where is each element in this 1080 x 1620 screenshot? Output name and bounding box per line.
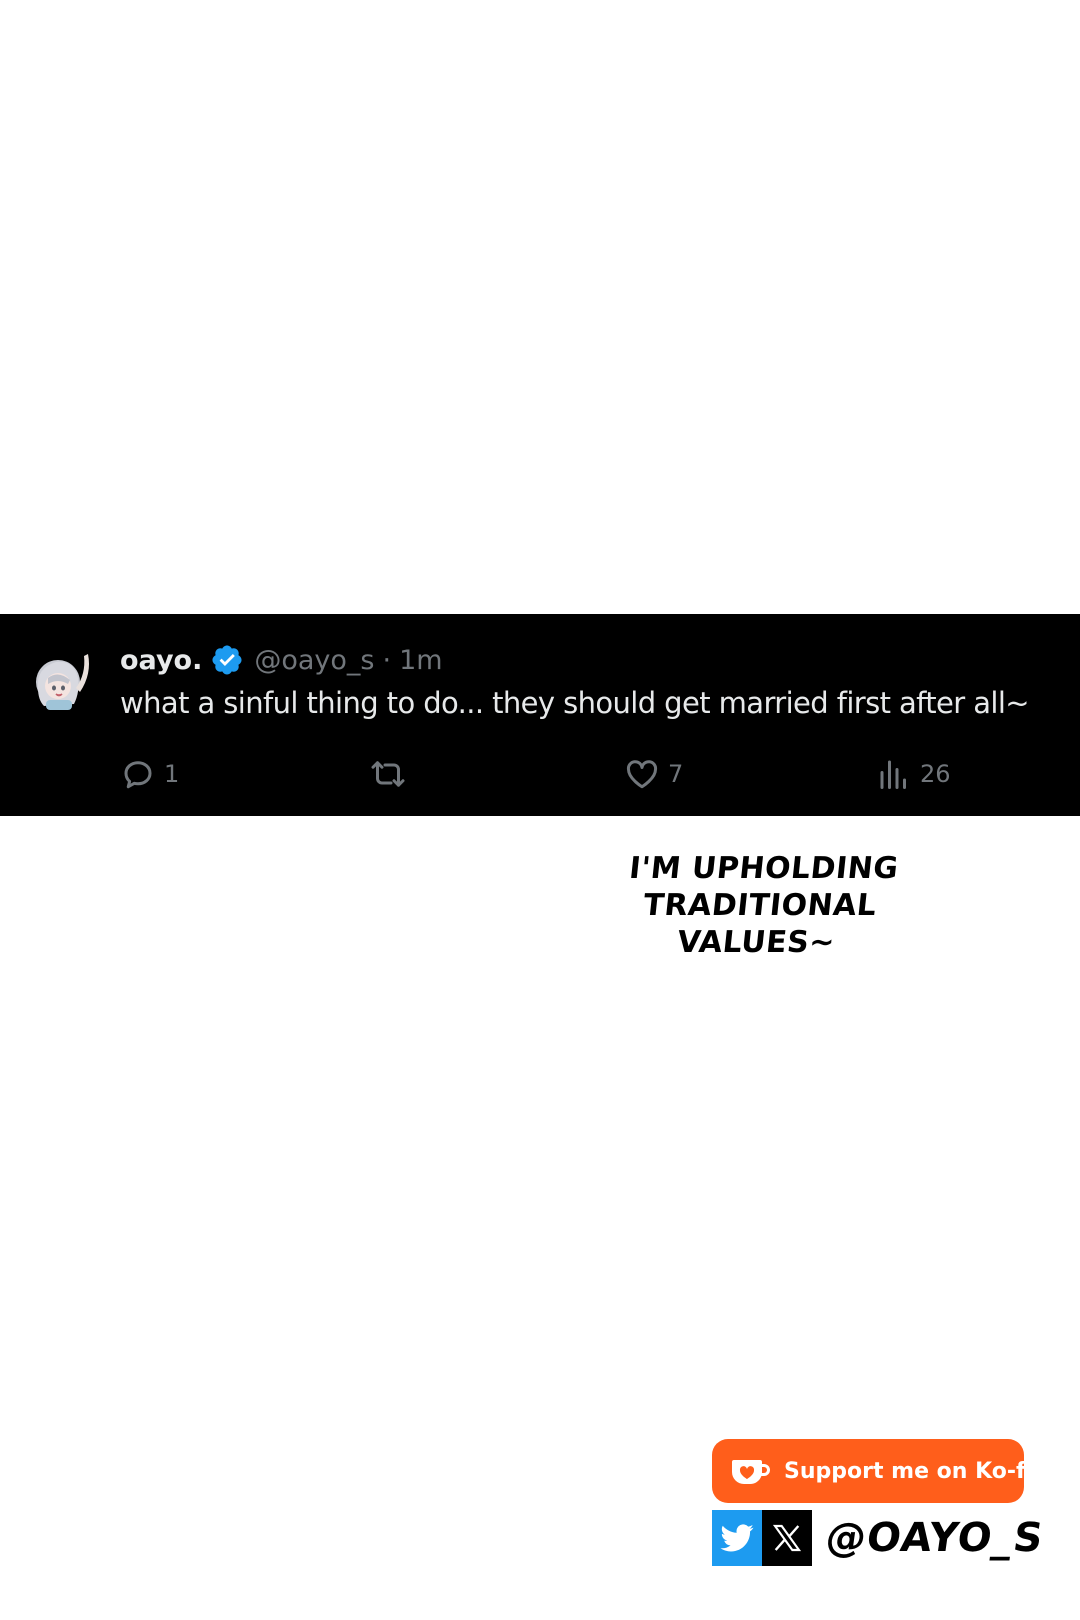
retweet-button[interactable] xyxy=(370,756,414,792)
like-button[interactable]: 7 xyxy=(624,756,683,792)
social-handle[interactable]: @OAYO_S xyxy=(823,1515,1047,1561)
timestamp[interactable]: 1m xyxy=(399,645,442,676)
reply-button[interactable]: 1 xyxy=(120,756,179,792)
views-button[interactable]: 26 xyxy=(876,756,951,792)
separator-dot: · xyxy=(382,644,392,676)
caption-text: I'M UPHOLDING TRADITIONAL VALUES~ xyxy=(594,850,926,961)
x-icon xyxy=(771,1522,803,1554)
tweet-header: oayo. @oayo_s · 1m xyxy=(120,640,443,680)
like-count: 7 xyxy=(668,760,684,788)
retweet-icon xyxy=(370,756,406,792)
tweet-text: what a sinful thing to do... they should… xyxy=(120,686,1030,720)
verified-badge-icon xyxy=(210,643,244,677)
caption-line: VALUES~ xyxy=(675,925,837,960)
twitter-logo[interactable] xyxy=(712,1510,762,1566)
caption-line: TRADITIONAL xyxy=(641,888,879,923)
handle[interactable]: @oayo_s xyxy=(254,645,374,676)
social-handle-row: @OAYO_S xyxy=(712,1510,1047,1566)
avatar[interactable] xyxy=(30,648,96,714)
kofi-label: Support me on Ko-fi xyxy=(784,1458,1033,1484)
display-name[interactable]: oayo. xyxy=(120,645,202,676)
twitter-bird-icon xyxy=(719,1520,755,1556)
heart-icon xyxy=(624,756,660,792)
reply-count: 1 xyxy=(164,760,180,788)
caption-line: I'M UPHOLDING xyxy=(627,851,901,886)
views-count: 26 xyxy=(920,760,951,788)
kofi-button[interactable]: Support me on Ko-fi xyxy=(712,1439,1032,1503)
reply-icon xyxy=(120,756,156,792)
tweet-card: oayo. @oayo_s · 1m what a sinful thing t… xyxy=(0,614,1080,816)
x-logo[interactable] xyxy=(762,1510,812,1566)
views-icon xyxy=(876,756,912,792)
kofi-cup-icon xyxy=(730,1454,772,1488)
